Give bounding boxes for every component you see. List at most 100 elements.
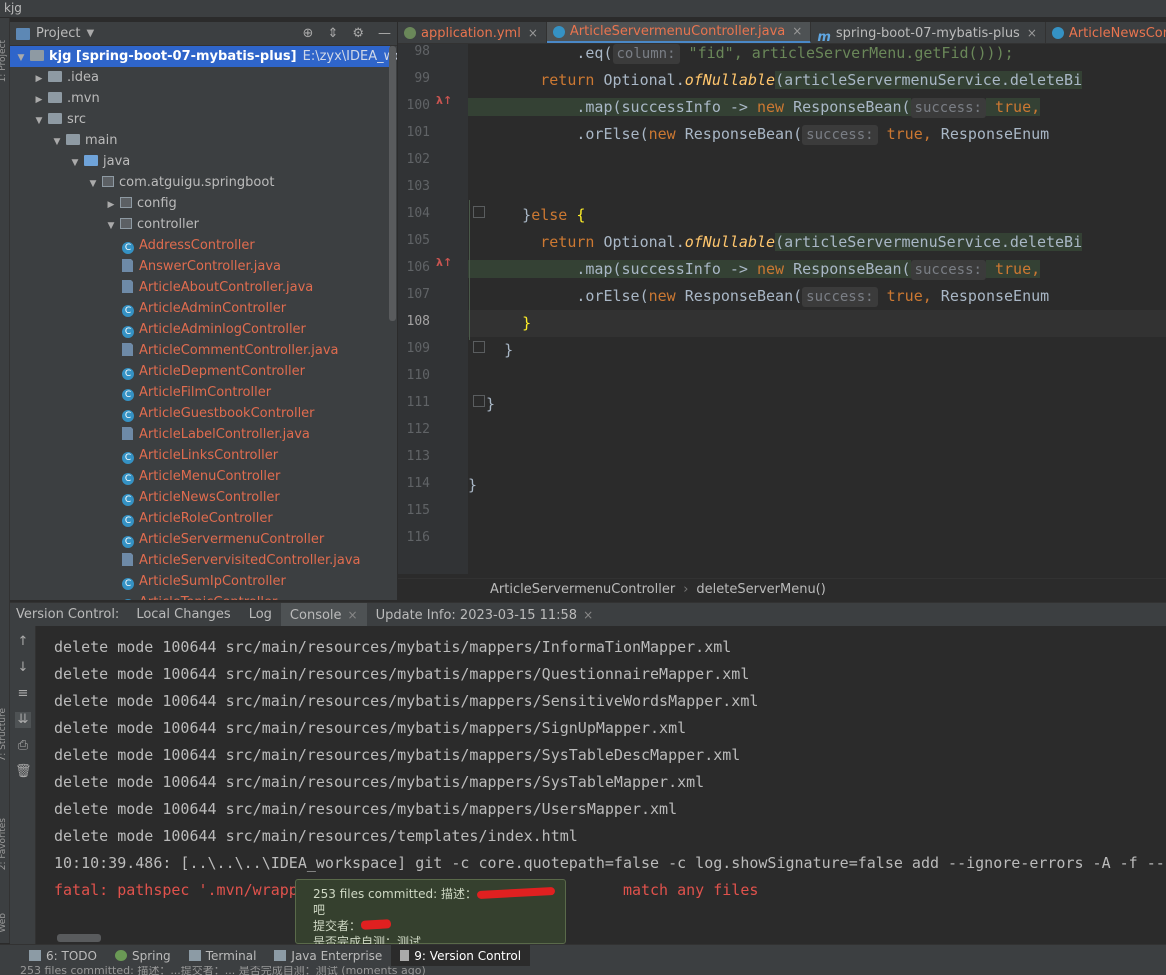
class-icon: C bbox=[122, 242, 134, 254]
tree-item[interactable]: ▼ main bbox=[10, 130, 390, 151]
tree-item[interactable]: C ArticleFilmController bbox=[10, 382, 390, 403]
chevron-right-icon[interactable]: ▶ bbox=[32, 69, 46, 90]
print-icon[interactable]: ⎙ bbox=[15, 738, 31, 754]
chevron-down-icon[interactable]: ▼ bbox=[104, 216, 118, 237]
tab-console[interactable]: Console × bbox=[280, 602, 367, 627]
chevron-down-icon[interactable]: ▼ bbox=[50, 132, 64, 153]
chevron-right-icon[interactable]: ▶ bbox=[104, 195, 118, 216]
tree-item[interactable]: AnswerController.java bbox=[10, 256, 390, 277]
editor-tab[interactable]: ArticleNewsController.java bbox=[1046, 22, 1166, 43]
breadcrumb-separator: › bbox=[683, 582, 689, 597]
chevron-down-icon[interactable]: ▼ bbox=[86, 28, 94, 39]
collapse-all-icon[interactable]: ⇕ bbox=[327, 26, 338, 41]
tree-item[interactable]: ▼ src bbox=[10, 109, 390, 130]
console-line: delete mode 100644 src/main/resources/my… bbox=[54, 665, 750, 683]
minimize-icon[interactable]: — bbox=[378, 26, 391, 41]
tree-item[interactable]: ▶ .mvn bbox=[10, 88, 390, 109]
tree-item[interactable]: ArticleLabelController.java bbox=[10, 424, 390, 445]
code-editor[interactable]: .eq(column: "fid", articleServerMenu.get… bbox=[468, 44, 1166, 574]
web-tool-button[interactable]: Web bbox=[0, 913, 8, 933]
implement-method-icon[interactable]: λ↑ bbox=[436, 256, 452, 269]
tab-local-changes[interactable]: Local Changes bbox=[127, 603, 239, 627]
gear-icon[interactable]: ⚙ bbox=[352, 26, 364, 41]
todo-tool-button[interactable]: 6: TODO bbox=[20, 945, 106, 967]
tree-item-label: ArticleFilmController bbox=[139, 385, 272, 400]
arrow-down-icon[interactable]: ↓ bbox=[15, 660, 31, 676]
tree-item[interactable]: C AddressController bbox=[10, 235, 390, 256]
editor-tab[interactable]: application.yml × bbox=[398, 22, 547, 44]
chevron-down-icon[interactable]: ▼ bbox=[32, 111, 46, 132]
terminal-tool-button[interactable]: Terminal bbox=[180, 945, 266, 967]
tree-item[interactable]: ArticleAboutController.java bbox=[10, 277, 390, 298]
tree-item-label: java bbox=[103, 154, 131, 169]
tree-item-label: .mvn bbox=[67, 91, 100, 106]
tool-window-bar: 6: TODO Spring Terminal Java Enterprise … bbox=[0, 944, 1166, 967]
tree-item[interactable]: C ArticleAdminController bbox=[10, 298, 390, 319]
chevron-down-icon[interactable]: ▼ bbox=[14, 48, 28, 69]
class-icon: C bbox=[122, 494, 134, 506]
tree-item[interactable]: ▼ com.atguigu.springboot bbox=[10, 172, 390, 193]
close-icon[interactable]: × bbox=[528, 23, 538, 44]
editor-tab-label: ArticleNewsController.java bbox=[1068, 25, 1166, 41]
indent-guide bbox=[469, 200, 470, 340]
tree-item[interactable]: ▼ controller bbox=[10, 214, 390, 235]
trash-icon[interactable]: 🗑 bbox=[15, 764, 32, 780]
chevron-right-icon[interactable]: ▶ bbox=[32, 90, 46, 111]
scroll-to-end-icon[interactable]: ⇊ bbox=[15, 712, 31, 728]
tree-item[interactable]: ArticleCommentController.java bbox=[10, 340, 390, 361]
tab-update-info[interactable]: Update Info: 2023-03-15 11:58 × bbox=[367, 603, 603, 627]
arrow-up-icon[interactable]: ↑ bbox=[15, 634, 31, 650]
chevron-down-icon[interactable]: ▼ bbox=[86, 174, 100, 195]
left-tool-stripe: 1: Project 7: Structure 2: Favorites Web bbox=[0, 18, 10, 943]
tree-item[interactable]: C ArticleTopicController bbox=[10, 592, 390, 600]
chevron-down-icon[interactable]: ▼ bbox=[68, 153, 82, 174]
close-icon[interactable]: × bbox=[583, 608, 593, 622]
class-icon: C bbox=[122, 536, 134, 548]
project-tool-button[interactable]: 1: Project bbox=[0, 40, 8, 82]
editor-tab[interactable]: m spring-boot-07-mybatis-plus × bbox=[811, 22, 1046, 44]
tree-item[interactable]: C ArticleLinksController bbox=[10, 445, 390, 466]
tree-item[interactable]: C ArticleSumIpController bbox=[10, 571, 390, 592]
console-line: delete mode 100644 src/main/resources/my… bbox=[54, 800, 678, 818]
tree-item[interactable]: ▼ java bbox=[10, 151, 390, 172]
favorites-tool-button[interactable]: 2: Favorites bbox=[0, 818, 8, 870]
project-view-selector[interactable]: Project bbox=[36, 26, 80, 41]
structure-tool-button[interactable]: 7: Structure bbox=[0, 708, 8, 762]
tree-item[interactable]: C ArticleMenuController bbox=[10, 466, 390, 487]
console-horizontal-scrollbar[interactable] bbox=[57, 934, 101, 942]
tree-item[interactable]: ▶ .idea bbox=[10, 67, 390, 88]
line-number: 103 bbox=[406, 179, 430, 194]
tree-item[interactable]: ▼ kjg [spring-boot-07-mybatis-plus] E:\zyx… bbox=[10, 46, 397, 69]
close-icon[interactable]: × bbox=[792, 22, 802, 42]
tree-item[interactable]: C ArticleRoleController bbox=[10, 508, 390, 529]
commit-notification[interactable]: 253 files committed: 描述：吧 提交者： 是否完成自测：测试 bbox=[295, 879, 566, 949]
locate-icon[interactable]: ⊕ bbox=[303, 26, 314, 41]
java-enterprise-tool-button[interactable]: Java Enterprise bbox=[265, 945, 391, 967]
close-icon[interactable]: × bbox=[348, 608, 358, 622]
version-control-tool-button[interactable]: 9: Version Control bbox=[391, 944, 531, 967]
tab-log[interactable]: Log bbox=[240, 603, 281, 627]
folder-icon bbox=[48, 113, 62, 124]
editor-tab[interactable]: ArticleServermenuController.java × bbox=[546, 22, 812, 43]
tree-item-label: ArticleNewsController bbox=[139, 490, 280, 505]
breadcrumb-method[interactable]: deleteServerMenu() bbox=[696, 582, 825, 597]
tree-item-label: controller bbox=[137, 217, 200, 232]
tree-item[interactable]: C ArticleAdminlogController bbox=[10, 319, 390, 340]
breadcrumb-class[interactable]: ArticleServermenuController bbox=[490, 582, 675, 597]
console-output[interactable]: delete mode 100644 src/main/resources/my… bbox=[37, 626, 1166, 934]
tree-item[interactable]: ArticleServervisitedController.java bbox=[10, 550, 390, 571]
soft-wrap-icon[interactable]: ≡ bbox=[15, 686, 31, 702]
spring-tool-button[interactable]: Spring bbox=[106, 945, 180, 967]
tree-item[interactable]: ▶ config bbox=[10, 193, 390, 214]
tree-item[interactable]: C ArticleGuestbookController bbox=[10, 403, 390, 424]
tree-item-label: ArticleGuestbookController bbox=[139, 406, 315, 421]
tree-item[interactable]: C ArticleDepmentController bbox=[10, 361, 390, 382]
tree-scrollbar[interactable] bbox=[389, 46, 396, 321]
java-file-icon bbox=[122, 552, 134, 566]
class-icon: C bbox=[122, 389, 134, 401]
implement-method-icon[interactable]: λ↑ bbox=[436, 94, 452, 107]
tree-item[interactable]: C ArticleNewsController bbox=[10, 487, 390, 508]
close-icon[interactable]: × bbox=[1027, 23, 1037, 44]
tree-item-label: config bbox=[137, 196, 177, 211]
tree-item[interactable]: C ArticleServermenuController bbox=[10, 529, 390, 550]
